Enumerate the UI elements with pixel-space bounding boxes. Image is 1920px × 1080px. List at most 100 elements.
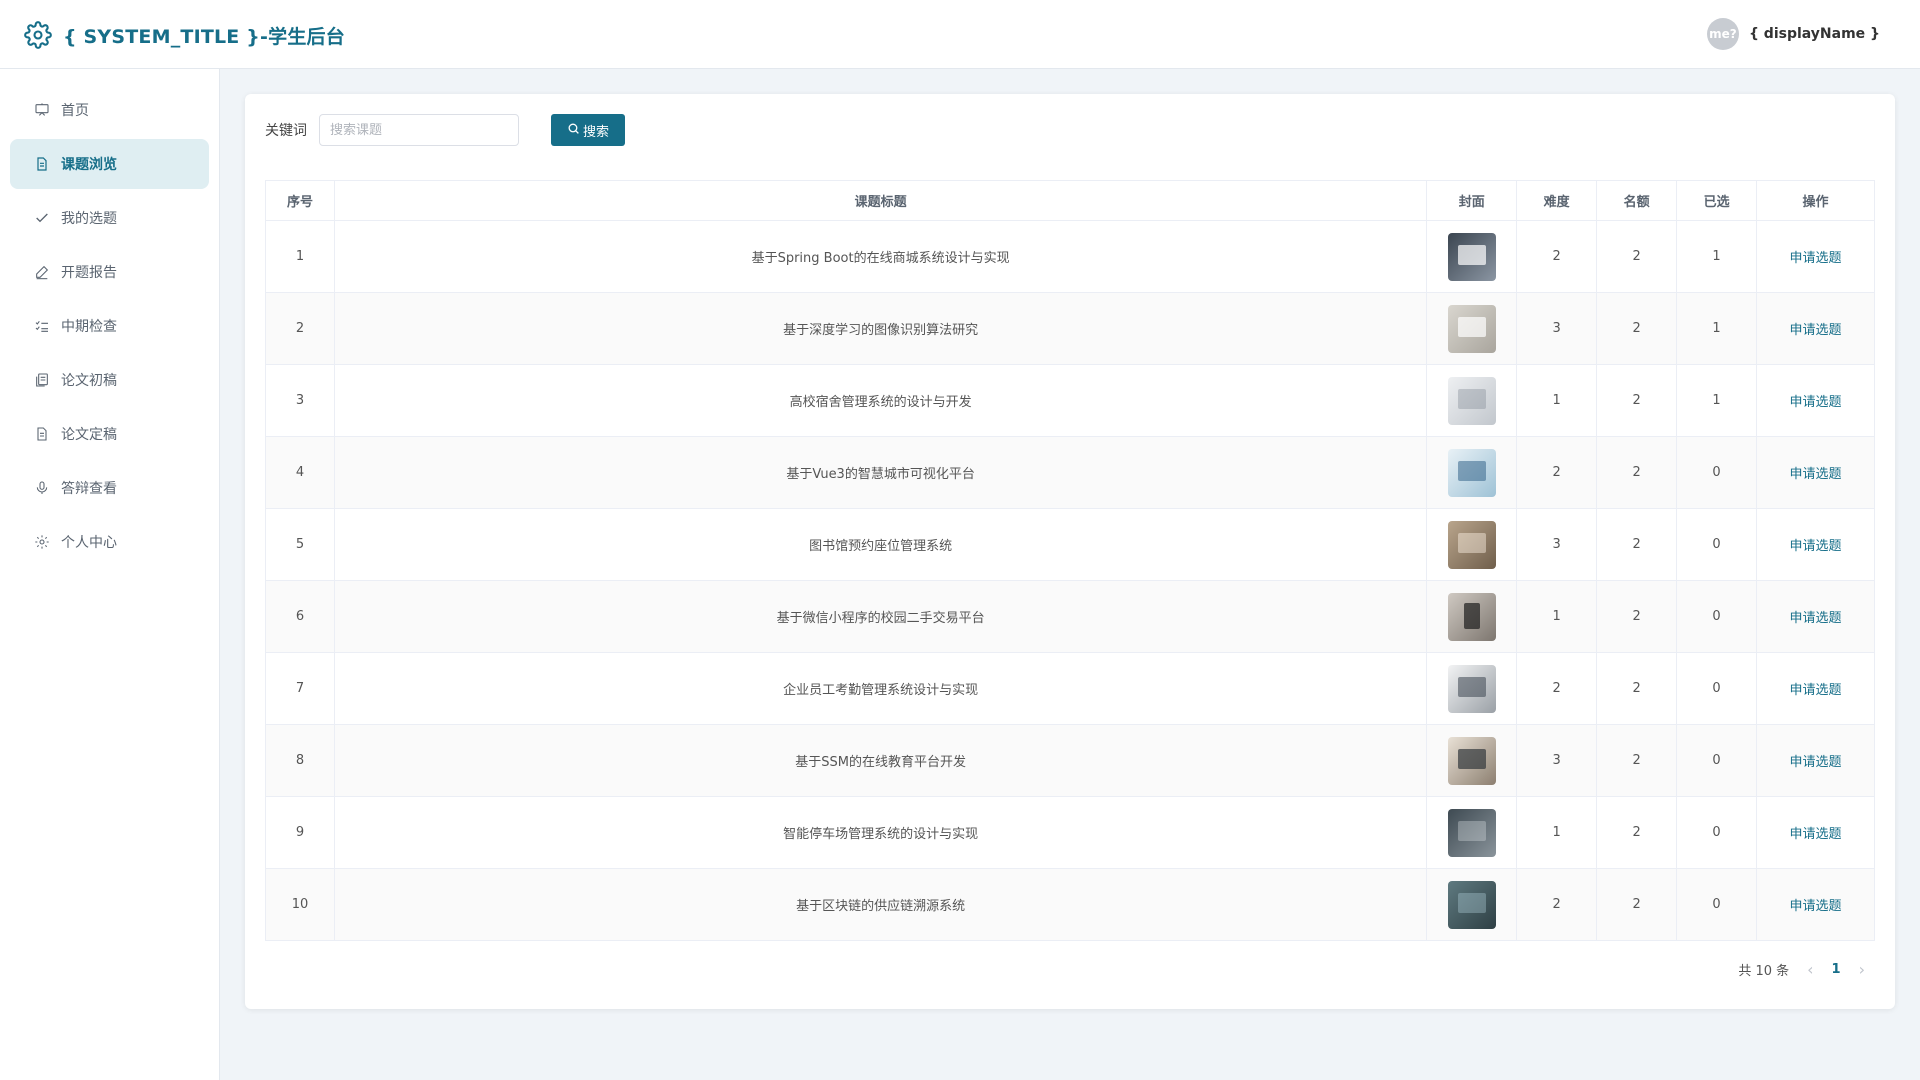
sidebar-item-midterm[interactable]: 中期检查 — [10, 301, 209, 351]
cell-index: 2 — [265, 292, 335, 365]
cover-image[interactable] — [1447, 592, 1496, 641]
sidebar-item-label: 个人中心 — [61, 535, 117, 551]
display-name[interactable]: { displayName } — [1749, 26, 1880, 42]
sidebar-item-proposal[interactable]: 开题报告 — [10, 247, 209, 297]
sidebar-item-label: 中期检查 — [61, 319, 117, 335]
cover-image[interactable] — [1447, 448, 1496, 497]
cover-image[interactable] — [1447, 808, 1496, 857]
table-row: 6 基于微信小程序的校园二手交易平台 1 2 0 申请选题 — [265, 580, 1875, 653]
chevron-left-icon[interactable]: ‹ — [1807, 960, 1813, 979]
edit-pen-icon — [33, 263, 51, 281]
cell-difficulty: 1 — [1516, 796, 1598, 869]
cell-index: 10 — [265, 868, 335, 941]
cell-index: 6 — [265, 580, 335, 653]
cell-selected: 0 — [1676, 508, 1758, 581]
apply-topic-link[interactable]: 申请选题 — [1790, 611, 1842, 626]
cell-selected: 0 — [1676, 724, 1758, 797]
cell-quota: 2 — [1596, 580, 1678, 653]
apply-topic-link[interactable]: 申请选题 — [1790, 539, 1842, 554]
table-row: 4 基于Vue3的智慧城市可视化平台 2 2 0 申请选题 — [265, 436, 1875, 509]
cell-difficulty: 2 — [1516, 220, 1598, 293]
search-button-label: 搜索 — [582, 124, 609, 140]
sidebar-item-my-topic[interactable]: 我的选题 — [10, 193, 209, 243]
cell-difficulty: 2 — [1516, 652, 1598, 725]
cell-action: 申请选题 — [1756, 724, 1875, 797]
search-input[interactable] — [319, 114, 519, 146]
copy-document-icon — [33, 371, 51, 389]
column-header-cover: 封面 — [1426, 180, 1518, 221]
cell-selected: 0 — [1676, 436, 1758, 509]
cell-title: 基于Vue3的智慧城市可视化平台 — [333, 436, 1428, 509]
cell-title: 智能停车场管理系统的设计与实现 — [333, 796, 1428, 869]
apply-topic-link[interactable]: 申请选题 — [1790, 467, 1842, 482]
cover-image[interactable] — [1447, 736, 1496, 785]
sidebar-item-label: 论文定稿 — [61, 427, 117, 443]
cell-title: 基于微信小程序的校园二手交易平台 — [333, 580, 1428, 653]
cell-cover — [1426, 724, 1518, 797]
sidebar-item-topic-browse[interactable]: 课题浏览 — [10, 139, 209, 189]
cell-difficulty: 2 — [1516, 868, 1598, 941]
table-header-row: 序号 课题标题 封面 难度 名额 已选 操作 — [265, 180, 1875, 221]
sidebar-item-label: 首页 — [61, 103, 89, 119]
sidebar-item-defense[interactable]: 答辩查看 — [10, 463, 209, 513]
cover-image[interactable] — [1447, 664, 1496, 713]
document-icon — [33, 155, 51, 173]
search-button[interactable]: 搜索 — [551, 114, 625, 146]
table-row: 10 基于区块链的供应链溯源系统 2 2 0 申请选题 — [265, 868, 1875, 941]
cell-difficulty: 3 — [1516, 508, 1598, 581]
table-row: 7 企业员工考勤管理系统设计与实现 2 2 0 申请选题 — [265, 652, 1875, 725]
apply-topic-link[interactable]: 申请选题 — [1790, 827, 1842, 842]
sidebar-item-draft[interactable]: 论文初稿 — [10, 355, 209, 405]
gear-icon — [24, 21, 52, 49]
table-row: 3 高校宿舍管理系统的设计与开发 1 2 1 申请选题 — [265, 364, 1875, 437]
cover-image[interactable] — [1447, 376, 1496, 425]
sidebar-item-label: 开题报告 — [61, 265, 117, 281]
cell-quota: 2 — [1596, 436, 1678, 509]
apply-topic-link[interactable]: 申请选题 — [1790, 395, 1842, 410]
cell-index: 7 — [265, 652, 335, 725]
apply-topic-link[interactable]: 申请选题 — [1790, 755, 1842, 770]
sidebar-item-home[interactable]: 首页 — [10, 85, 209, 135]
pagination-total: 共 10 条 — [1738, 964, 1790, 979]
chevron-right-icon[interactable]: › — [1859, 960, 1865, 979]
pagination: 共 10 条 ‹ 1 › — [1738, 960, 1865, 979]
sidebar-item-profile[interactable]: 个人中心 — [10, 517, 209, 567]
avatar[interactable]: me? — [1706, 18, 1739, 50]
gear-icon — [33, 533, 51, 551]
cell-action: 申请选题 — [1756, 364, 1875, 437]
cell-title: 企业员工考勤管理系统设计与实现 — [333, 652, 1428, 725]
apply-topic-link[interactable]: 申请选题 — [1790, 683, 1842, 698]
cell-cover — [1426, 796, 1518, 869]
cell-action: 申请选题 — [1756, 868, 1875, 941]
cell-difficulty: 2 — [1516, 436, 1598, 509]
table-row: 5 图书馆预约座位管理系统 3 2 0 申请选题 — [265, 508, 1875, 581]
cover-image[interactable] — [1447, 520, 1496, 569]
sidebar-item-final[interactable]: 论文定稿 — [10, 409, 209, 459]
column-header-index: 序号 — [265, 180, 335, 221]
sidebar-item-label: 答辩查看 — [61, 481, 117, 497]
apply-topic-link[interactable]: 申请选题 — [1790, 251, 1842, 266]
page-number[interactable]: 1 — [1832, 962, 1841, 977]
search-bar: 关键词 搜索 — [265, 114, 625, 146]
cell-quota: 2 — [1596, 796, 1678, 869]
sidebar: 首页 课题浏览 我的选题 开题报告 中期检查 论文初稿 论文定稿 答辩查看 个人… — [0, 69, 220, 1080]
apply-topic-link[interactable]: 申请选题 — [1790, 323, 1842, 338]
column-header-title: 课题标题 — [333, 180, 1428, 221]
cell-quota: 2 — [1596, 292, 1678, 365]
cell-quota: 2 — [1596, 220, 1678, 293]
cover-image[interactable] — [1447, 232, 1496, 281]
apply-topic-link[interactable]: 申请选题 — [1790, 899, 1842, 914]
cell-action: 申请选题 — [1756, 508, 1875, 581]
cell-selected: 0 — [1676, 652, 1758, 725]
cover-image[interactable] — [1447, 880, 1496, 929]
topic-list-card: 关键词 搜索 序号 课题标题 封面 难度 名额 已选 — [245, 94, 1895, 1009]
cover-image[interactable] — [1447, 304, 1496, 353]
sidebar-item-label: 我的选题 — [61, 211, 117, 227]
cell-selected: 0 — [1676, 796, 1758, 869]
cell-difficulty: 1 — [1516, 580, 1598, 653]
cell-quota: 2 — [1596, 508, 1678, 581]
cell-title: 基于区块链的供应链溯源系统 — [333, 868, 1428, 941]
cell-index: 1 — [265, 220, 335, 293]
cell-action: 申请选题 — [1756, 220, 1875, 293]
user-menu[interactable]: me? { displayName } — [1706, 18, 1880, 50]
